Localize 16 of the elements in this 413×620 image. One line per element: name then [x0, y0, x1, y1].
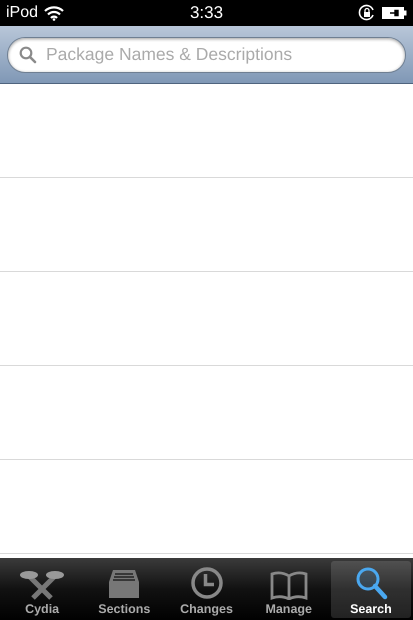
tab[interactable]: Manage — [248, 561, 329, 618]
carrier-name: iPod — [6, 4, 38, 22]
tab[interactable]: Cydia — [2, 561, 82, 618]
tab[interactable]: Sections — [84, 561, 164, 618]
book-icon — [270, 570, 308, 600]
tab[interactable]: Search — [330, 561, 412, 618]
wifi-icon — [44, 6, 64, 20]
search-field[interactable]: Package Names & Descriptions — [7, 36, 406, 72]
clock-icon — [190, 566, 224, 600]
battery-icon — [382, 7, 407, 19]
search-icon — [354, 566, 388, 600]
rotation-lock-icon — [358, 4, 376, 22]
crossed-tools-icon — [19, 568, 66, 600]
file-box-icon — [107, 568, 142, 600]
tab[interactable]: Changes — [166, 561, 247, 618]
clock-time: 3:33 — [190, 3, 224, 23]
